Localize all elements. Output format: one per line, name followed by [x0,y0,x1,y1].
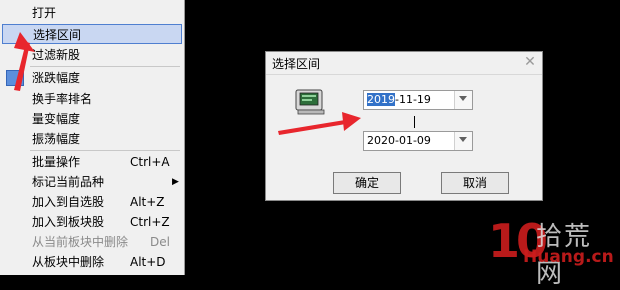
watermark-logo: 10 拾荒网 Huang.cn [478,214,618,289]
arrow-to-dialog-icon [278,112,361,135]
arrow-to-menu-icon [14,32,35,91]
watermark-url: Huang.cn [523,247,614,267]
